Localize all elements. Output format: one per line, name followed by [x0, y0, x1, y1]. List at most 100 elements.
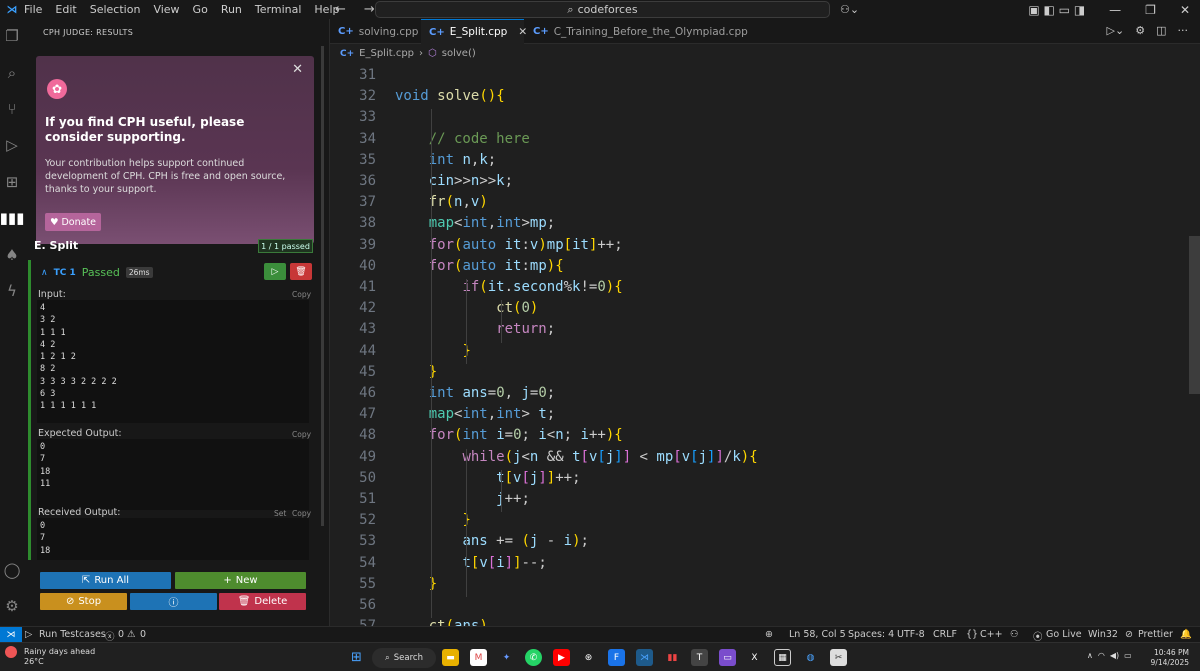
forward-arrow-icon[interactable]: →	[364, 2, 375, 17]
code-line[interactable]: for(auto it:mp){	[395, 258, 564, 274]
line-ending[interactable]: CRLF	[933, 629, 957, 640]
code-line[interactable]: void solve(){	[395, 88, 505, 104]
whatsapp-icon[interactable]: ✆	[525, 649, 542, 666]
run-testcase-button[interactable]: ▷	[264, 263, 286, 280]
back-arrow-icon[interactable]: ←	[335, 2, 346, 17]
copy-input-link[interactable]: Copy	[292, 290, 311, 299]
copilot-menu[interactable]: ⚇⌄	[840, 0, 859, 19]
new-testcase-button[interactable]: + New	[175, 572, 306, 589]
set-received-link[interactable]: Set	[274, 509, 286, 518]
prettier-status[interactable]: Prettier	[1138, 629, 1173, 640]
tab-e-split[interactable]: C+ E_Split.cpp ✕	[421, 19, 527, 44]
layout-toggle-icon[interactable]: ▣ ◧ ▭ ◨	[1028, 3, 1085, 17]
run-testcases-icon[interactable]: ▷	[25, 629, 32, 640]
explorer-icon[interactable]: ❐	[0, 24, 24, 48]
wifi-icon[interactable]: ◠	[1098, 651, 1105, 660]
youtube-icon[interactable]: ▶	[553, 649, 570, 666]
copy-expected-link[interactable]: Copy	[292, 430, 311, 439]
chart-app-icon[interactable]: ▮▮	[664, 649, 681, 666]
code-line[interactable]: for(auto it:v)mp[it]++;	[395, 237, 623, 253]
source-control-icon[interactable]: ⑂	[0, 97, 24, 121]
breadcrumb-file[interactable]: E_Split.cpp	[359, 48, 414, 59]
run-debug-icon[interactable]: ▷	[0, 133, 24, 157]
cph-judge-icon[interactable]: ▮▮▮	[0, 206, 24, 230]
code-line[interactable]: while(j<n && t[v[j]] < mp[v[j]]/k){	[395, 449, 757, 465]
menu-selection[interactable]: Selection	[90, 3, 141, 16]
minimize-icon[interactable]: —	[1109, 3, 1121, 17]
expected-output-box[interactable]: 0 7 18 11	[37, 439, 309, 510]
close-window-icon[interactable]: ✕	[1180, 3, 1190, 17]
code-line[interactable]: int n,k;	[395, 152, 496, 168]
menu-edit[interactable]: Edit	[55, 3, 76, 16]
editor-scrollbar[interactable]	[1189, 236, 1200, 394]
snipping-tool-icon[interactable]: ✂	[830, 649, 847, 666]
problems-count[interactable]: 0	[118, 629, 124, 640]
search-view-icon[interactable]: ⌕	[0, 61, 24, 85]
platform[interactable]: Win32	[1088, 629, 1118, 640]
copilot-status-icon[interactable]: ⚇	[1010, 629, 1019, 640]
file-explorer-icon[interactable]: ▬	[442, 649, 459, 666]
zoom-icon[interactable]: ⊕	[765, 629, 773, 640]
chevron-up-icon[interactable]: ∧	[41, 268, 48, 278]
delete-testcase-button[interactable]: 🗑	[290, 263, 312, 280]
donate-button[interactable]: ♥ Donate	[45, 213, 101, 231]
code-line[interactable]: cin>>n>>k;	[395, 173, 513, 189]
copy-received-link[interactable]: Copy	[292, 509, 311, 518]
code-line[interactable]: return;	[395, 321, 555, 337]
close-icon[interactable]: ✕	[292, 62, 303, 77]
settings-gear-icon[interactable]: ⚙	[1135, 24, 1145, 37]
menu-go[interactable]: Go	[193, 3, 208, 16]
code-line[interactable]: map<int,int> t;	[395, 406, 556, 422]
codeforces-app-icon[interactable]: F	[608, 649, 625, 666]
windows-start-icon[interactable]: ⊞	[348, 649, 365, 666]
info-button[interactable]: ⓘ	[130, 593, 217, 610]
code-line[interactable]: }	[395, 512, 470, 528]
chatgpt-icon[interactable]: ⊛	[580, 649, 597, 666]
code-editor[interactable]: 31 32 void solve(){33 34 // code here 35 int…	[330, 63, 1200, 626]
run-testcases-label[interactable]: Run Testcases	[39, 629, 106, 640]
taskbar-clock[interactable]: 10:46 PM 9/14/2025	[1151, 648, 1189, 668]
code-line[interactable]: t[v[i]]--;	[395, 555, 546, 571]
panel-scrollbar[interactable]	[321, 41, 327, 526]
command-center-search[interactable]: ⌕ codeforces	[375, 1, 830, 18]
vscode-taskbar-icon[interactable]: ⋊	[636, 649, 653, 666]
code-line[interactable]: // code here	[395, 131, 530, 147]
encoding[interactable]: UTF-8	[897, 629, 925, 640]
taskbar-search[interactable]: ⌕ Search	[372, 648, 436, 668]
stop-button[interactable]: ⊘ Stop	[40, 593, 127, 610]
settings-gear-icon[interactable]: ⚙	[0, 594, 24, 618]
menu-view[interactable]: View	[153, 3, 179, 16]
go-live-button[interactable]: Go Live	[1046, 629, 1082, 640]
tray-chevron-icon[interactable]: ∧	[1087, 651, 1093, 660]
input-box[interactable]: 4 3 2 1 1 1 4 2 1 2 1 2 8 2 3 3 3 3 2 2 …	[37, 300, 309, 423]
menu-terminal[interactable]: Terminal	[255, 3, 302, 16]
remote-icon[interactable]: ⋊	[0, 627, 22, 643]
weather-widget[interactable]: Rainy days ahead 26°C	[24, 647, 95, 667]
run-code-icon[interactable]: ▷⌄	[1107, 24, 1125, 37]
code-line[interactable]: j++;	[395, 491, 530, 507]
code-line[interactable]: t[v[j]]++;	[395, 470, 580, 486]
code-line[interactable]: }	[395, 343, 470, 359]
restore-icon[interactable]: ❐	[1145, 3, 1156, 17]
terminal-app-icon[interactable]: T	[691, 649, 708, 666]
run-all-button[interactable]: ⇱ Run All	[40, 572, 171, 589]
code-line[interactable]: int ans=0, j=0;	[395, 385, 556, 401]
extensions-icon[interactable]: ⊞	[0, 170, 24, 194]
lightning-icon[interactable]: ϟ	[0, 279, 24, 303]
edge-icon[interactable]: ◍	[802, 649, 819, 666]
code-line[interactable]: ans += (j - i);	[395, 533, 589, 549]
leaf-icon[interactable]: ♠	[0, 243, 24, 267]
gmail-icon[interactable]: M	[470, 649, 487, 666]
split-editor-icon[interactable]: ◫	[1156, 24, 1166, 37]
breadcrumb-symbol[interactable]: solve()	[442, 48, 476, 59]
more-actions-icon[interactable]: ···	[1178, 24, 1189, 37]
indentation[interactable]: Spaces: 4	[848, 629, 894, 640]
menu-file[interactable]: File	[24, 3, 42, 16]
testcase-header[interactable]: ∧ TC 1 Passed 26ms	[41, 266, 153, 279]
tab-solving[interactable]: C+ solving.cpp	[330, 19, 420, 44]
account-icon[interactable]: ◯	[0, 558, 24, 582]
x-app-icon[interactable]: X	[746, 649, 763, 666]
received-output-box[interactable]: 0 7 18	[37, 518, 309, 560]
code-line[interactable]: fr(n,v)	[395, 194, 488, 210]
clipchamp-icon[interactable]: ▭	[719, 649, 736, 666]
